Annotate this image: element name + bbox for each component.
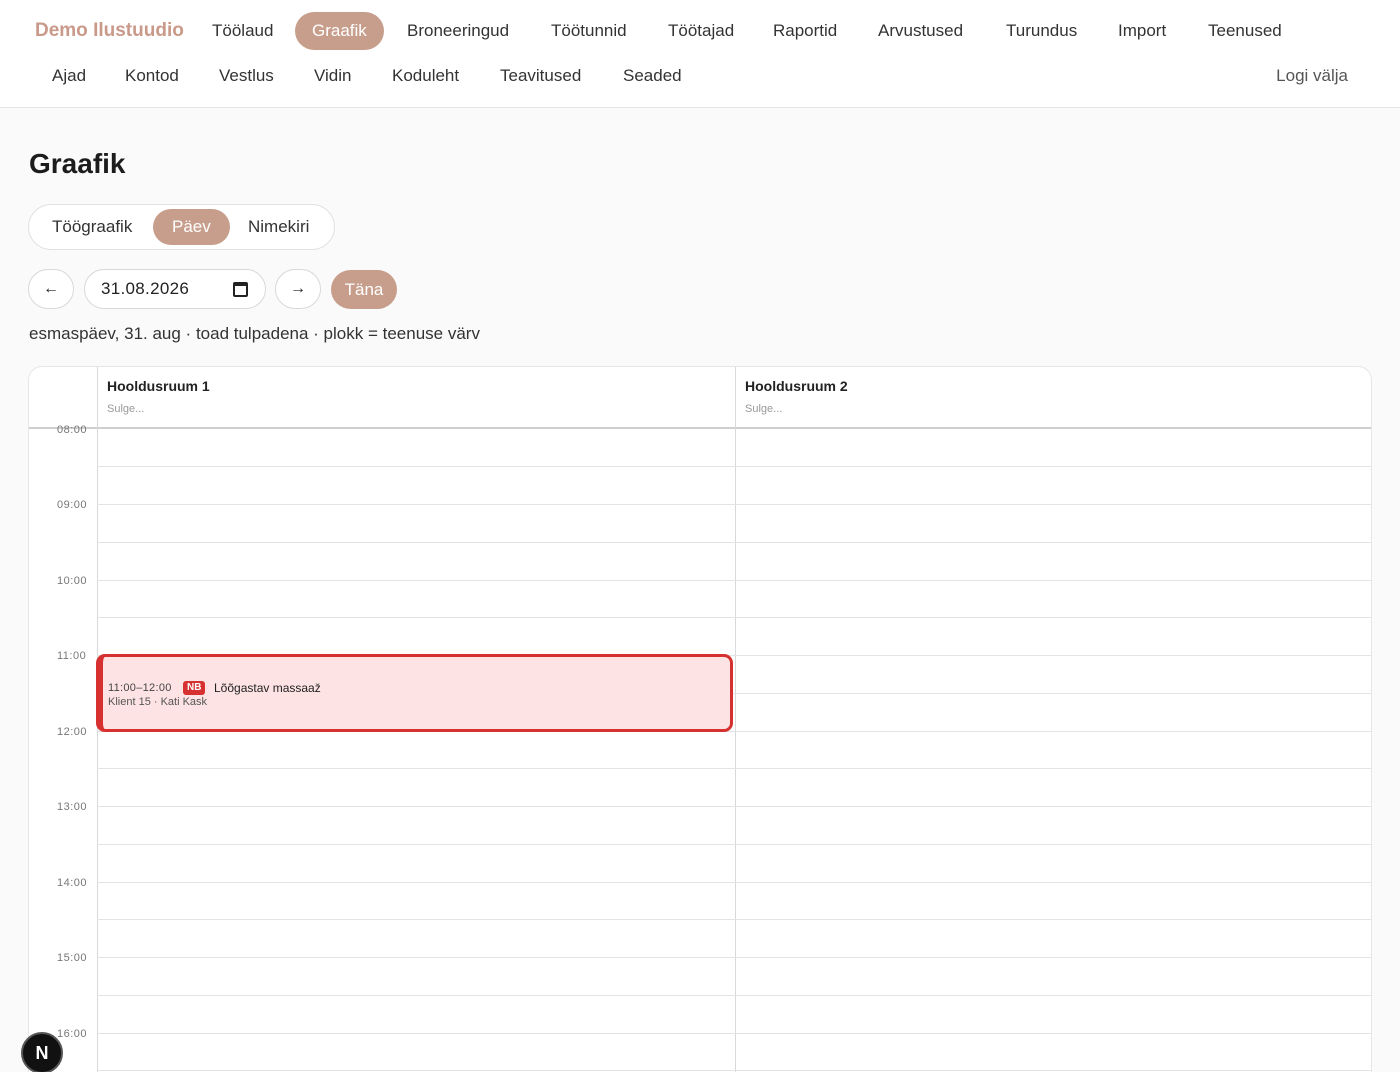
nav-item-import[interactable]: Import (1101, 12, 1183, 50)
nav-item-turundus[interactable]: Turundus (989, 12, 1094, 50)
nav-item-vestlus[interactable]: Vestlus (202, 57, 291, 95)
hour-line (97, 806, 1371, 807)
tab-paev[interactable]: Päev (153, 209, 230, 245)
nav-item-raportid[interactable]: Raportid (756, 12, 854, 50)
nav-item-teavitused[interactable]: Teavitused (483, 57, 598, 95)
day-schedule-grid: Hooldusruum 1 Sulge... Hooldusruum 2 Sul… (28, 366, 1372, 1072)
half-hour-line (97, 542, 1371, 543)
half-hour-line (97, 617, 1371, 618)
time-label: 09:00 (57, 499, 88, 511)
time-label: 08:00 (57, 424, 88, 436)
half-hour-line (97, 768, 1371, 769)
half-hour-line (97, 919, 1371, 920)
time-label: 11:00 (57, 650, 87, 662)
time-label: 10:00 (57, 575, 88, 587)
room-close-link[interactable]: Sulge... (107, 403, 144, 415)
booking-service: Lõõgastav massaaž (214, 681, 321, 695)
room-name: Hooldusruum 2 (745, 378, 848, 394)
top-navigation: Demo Ilustuudio Töölaud Graafik Broneeri… (0, 0, 1400, 108)
time-label: 13:00 (57, 801, 88, 813)
nav-item-koduleht[interactable]: Koduleht (375, 57, 476, 95)
nav-item-broneeringud[interactable]: Broneeringud (390, 12, 526, 50)
nav-item-teenused[interactable]: Teenused (1191, 12, 1299, 50)
nav-item-seaded[interactable]: Seaded (606, 57, 699, 95)
nav-item-kontod[interactable]: Kontod (108, 57, 196, 95)
time-label: 12:00 (57, 726, 88, 738)
page-title: Graafik (29, 148, 126, 179)
time-label: 14:00 (57, 877, 88, 889)
room-close-link[interactable]: Sulge... (745, 403, 782, 415)
date-input[interactable]: 31.08.2026 (84, 269, 266, 309)
time-label: 15:00 (57, 952, 88, 964)
nav-item-ajad[interactable]: Ajad (35, 57, 103, 95)
nav-item-tootajad[interactable]: Töötajad (651, 12, 751, 50)
half-hour-line (97, 995, 1371, 996)
next-day-button[interactable]: → (275, 269, 321, 309)
schedule-header: Hooldusruum 1 Sulge... Hooldusruum 2 Sul… (29, 367, 1371, 429)
room-column-divider (735, 367, 736, 1072)
today-button[interactable]: Täna (331, 270, 397, 309)
brand-logo[interactable]: Demo Ilustuudio (35, 20, 184, 42)
room-column-header: Hooldusruum 1 Sulge... (97, 367, 735, 429)
nav-item-arvustused[interactable]: Arvustused (861, 12, 980, 50)
tab-toograafik[interactable]: Töögraafik (33, 209, 151, 245)
dev-tools-badge[interactable]: N (21, 1032, 63, 1072)
nav-item-vidin[interactable]: Vidin (297, 57, 369, 95)
nav-item-graafik[interactable]: Graafik (295, 12, 384, 50)
prev-day-button[interactable]: ← (28, 269, 74, 309)
view-switcher: Töögraafik Päev Nimekiri (28, 204, 335, 250)
arrow-right-icon: → (290, 280, 306, 297)
room-column-header: Hooldusruum 2 Sulge... (735, 367, 1371, 429)
nav-item-toolaud[interactable]: Töölaud (195, 12, 290, 50)
booking-time: 11:00–12:00 (108, 682, 172, 694)
time-label: 16:00 (57, 1028, 88, 1040)
hour-line (97, 957, 1371, 958)
day-subtitle: esmaspäev, 31. aug · toad tulpadena · pl… (29, 324, 480, 343)
tab-nimekiri[interactable]: Nimekiri (229, 209, 328, 245)
hour-line (97, 504, 1371, 505)
hour-line (97, 882, 1371, 883)
calendar-icon[interactable] (233, 282, 248, 297)
booking-client: Klient 15 · Kati Kask (108, 696, 208, 708)
half-hour-line (97, 844, 1371, 845)
nav-item-tootunnid[interactable]: Töötunnid (534, 12, 644, 50)
hour-line (97, 1033, 1371, 1034)
arrow-left-icon: ← (43, 280, 59, 297)
booking-block[interactable]: 11:00–12:00 NB Lõõgastav massaaž Klient … (96, 654, 733, 732)
date-value: 31.08.2026 (101, 279, 190, 298)
nb-badge: NB (183, 681, 206, 695)
half-hour-line (97, 466, 1371, 467)
logout-link[interactable]: Logi välja (1276, 57, 1348, 95)
hour-line (97, 580, 1371, 581)
half-hour-line (97, 1070, 1371, 1071)
room-name: Hooldusruum 1 (107, 378, 210, 394)
